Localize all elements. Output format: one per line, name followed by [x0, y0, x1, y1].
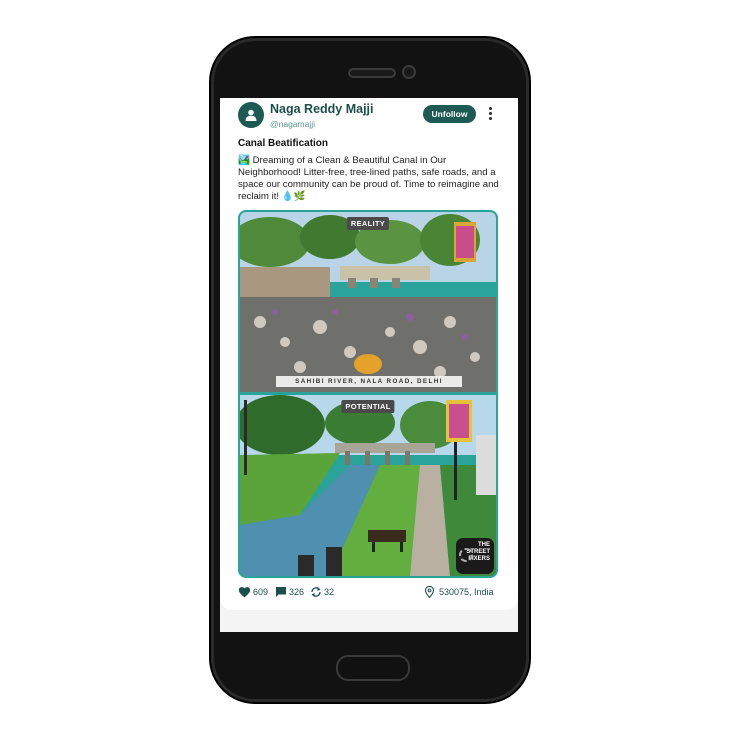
- post-image[interactable]: REALITY SAHIBI RIVER, NALA ROAD, DELHI P…: [238, 210, 498, 578]
- potential-image: POTENTIAL THE STREET FIXERS: [240, 395, 496, 576]
- phone-speaker: [348, 68, 396, 78]
- user-icon[interactable]: [238, 102, 264, 128]
- heart-icon[interactable]: [238, 586, 251, 598]
- location-text: 530075, India: [439, 587, 494, 597]
- street-fixers-logo: THE STREET FIXERS: [456, 538, 494, 574]
- author-handle[interactable]: @nagamajji: [270, 119, 315, 129]
- phone-frame: Naga Reddy Majji @nagamajji Unfollow Can…: [211, 38, 529, 702]
- badge-line: THE: [478, 542, 490, 548]
- reality-label: REALITY: [346, 217, 390, 230]
- map-pin-icon: [424, 586, 435, 598]
- repost-icon[interactable]: [310, 586, 322, 598]
- post-body: 🏞️ Dreaming of a Clean & Beautiful Canal…: [238, 155, 499, 202]
- post-header: Naga Reddy Majji @nagamajji Unfollow: [238, 102, 500, 132]
- location-stat[interactable]: 530075, India: [424, 585, 494, 599]
- reality-image: REALITY SAHIBI RIVER, NALA ROAD, DELHI: [240, 212, 496, 392]
- potential-label: POTENTIAL: [341, 400, 395, 413]
- comment-icon[interactable]: [275, 586, 287, 598]
- post-title: Canal Beatification: [238, 138, 329, 149]
- comment-count: 326: [289, 587, 305, 597]
- gear-icon: [459, 548, 473, 562]
- location-caption: SAHIBI RIVER, NALA ROAD, DELHI: [276, 376, 462, 387]
- like-stat[interactable]: 609: [238, 585, 268, 599]
- comment-stat[interactable]: 326: [275, 585, 304, 599]
- home-button[interactable]: [336, 655, 410, 681]
- repost-count: 32: [324, 587, 335, 597]
- repost-stat[interactable]: 32: [310, 585, 334, 599]
- phone-front-camera: [402, 65, 416, 79]
- phone-screen: Naga Reddy Majji @nagamajji Unfollow Can…: [220, 98, 518, 632]
- like-count: 609: [253, 587, 269, 597]
- post-card: Naga Reddy Majji @nagamajji Unfollow Can…: [220, 98, 518, 610]
- post-footer: 609 326 32 530075, India: [238, 585, 500, 599]
- more-vertical-icon[interactable]: [487, 107, 493, 123]
- author-name[interactable]: Naga Reddy Majji: [270, 102, 374, 116]
- unfollow-button[interactable]: Unfollow: [423, 105, 476, 123]
